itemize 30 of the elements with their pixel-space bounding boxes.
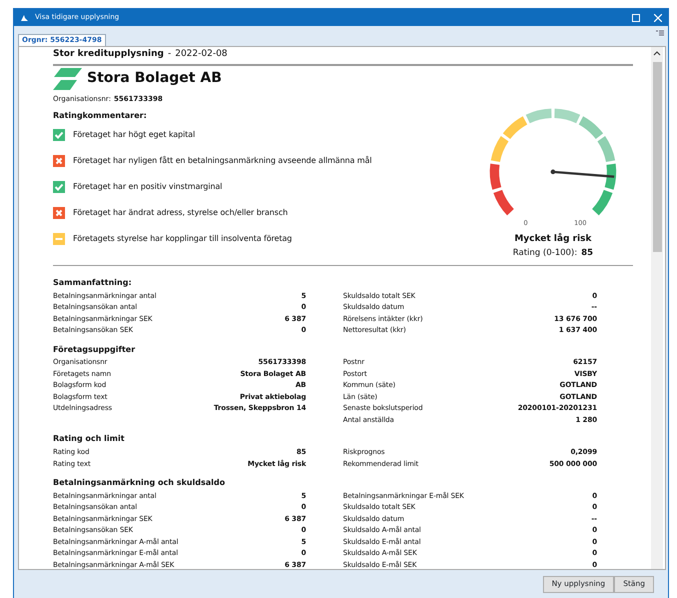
maximize-icon[interactable] <box>632 14 640 22</box>
risk-text: Mycket låg risk <box>514 233 592 246</box>
report-title: Stor kreditupplysning <box>53 49 164 59</box>
report-date: 2022-02-08 <box>175 49 228 59</box>
app-icon <box>20 14 29 22</box>
section-heading: Sammanfattning: <box>53 278 133 288</box>
comment-text: Företaget har högt eget kapital <box>73 129 195 141</box>
company-name: Stora Bolaget AB <box>87 69 222 88</box>
scroll-up-icon[interactable] <box>653 51 661 56</box>
logo-icon <box>53 68 83 90</box>
scrollbar[interactable] <box>651 47 663 569</box>
comment-text: Företaget har ändrat adress, styrelse och/eller bransch <box>73 207 288 219</box>
minus-icon <box>53 233 65 245</box>
check-icon <box>53 181 65 193</box>
section-heading: Rating och limit <box>53 434 126 444</box>
scroll-thumb[interactable] <box>652 62 662 252</box>
close-icon[interactable] <box>654 14 662 22</box>
comment-text: Företaget har en positiv vinstmarginal <box>73 181 222 193</box>
section-heading: Ratingkommentarer: <box>53 111 147 120</box>
rating-label: Rating (0-100): <box>512 246 578 260</box>
section-heading: Betalningsanmärkning och skuldsaldo <box>53 478 226 488</box>
menu-icon[interactable] <box>656 30 664 36</box>
cross-icon <box>53 207 65 219</box>
cross-icon <box>53 155 65 167</box>
comment-text: Företaget har nyligen fått en betalningsanmärkning avseende allmänna mål <box>73 155 372 167</box>
check-icon <box>53 129 65 141</box>
comment-text: Företagets styrelse har kopplingar till insolventa företag <box>73 233 292 245</box>
separator-dash: - <box>168 49 172 59</box>
section-heading: Företagsuppgifter <box>53 344 136 354</box>
rating-value: 85 <box>581 246 594 260</box>
